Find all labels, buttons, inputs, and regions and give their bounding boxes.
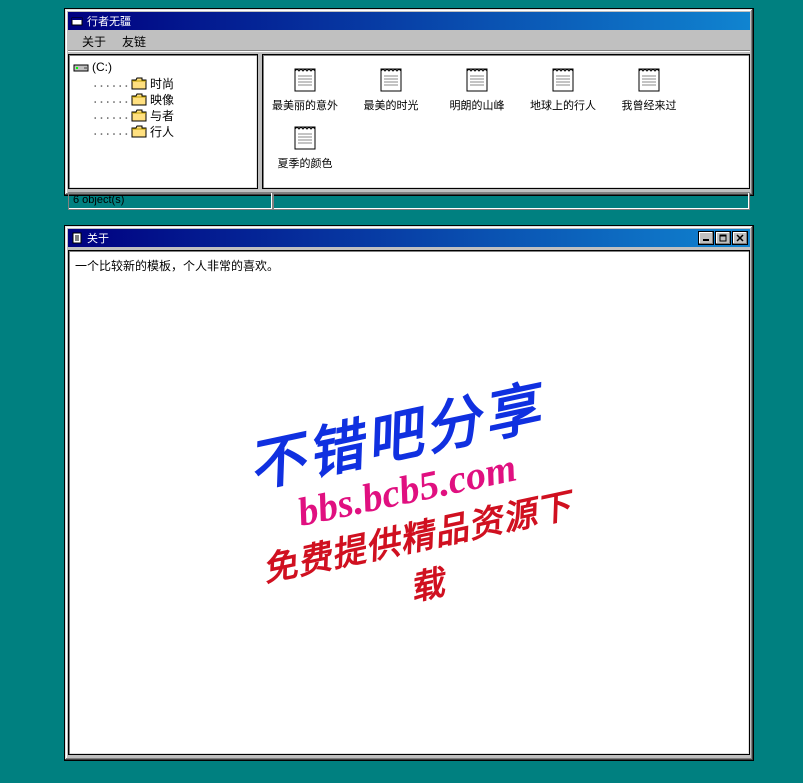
file-label: 最美丽的意外 xyxy=(272,97,338,113)
tree-connector: ...... xyxy=(73,92,129,106)
menubar: 关于 友链 xyxy=(68,33,750,51)
titlebar[interactable]: 关于 xyxy=(68,229,750,247)
watermark-line1: 不错吧分享 xyxy=(220,358,569,508)
folder-icon xyxy=(131,93,147,106)
about-window: 关于 一个比较新的模板，个人非常的喜欢。 不错吧分享 bbs.bcb5.com … xyxy=(64,225,754,761)
file-label: 我曾经来过 xyxy=(622,97,677,113)
titlebar-buttons xyxy=(697,231,748,245)
tree-folder-label: 时尚 xyxy=(150,75,174,92)
split-container: (C:) ...... 时尚 ...... 映像 ...... 与者 ...... 行人… xyxy=(68,54,750,189)
status-text: 6 object(s) xyxy=(68,192,273,210)
folder-icon xyxy=(131,125,147,138)
folder-icon xyxy=(131,109,147,122)
tree-root-label: (C:) xyxy=(92,60,112,74)
about-text: 一个比较新的模板，个人非常的喜欢。 xyxy=(75,257,279,274)
tree-folder[interactable]: ...... 与者 xyxy=(73,107,253,123)
tree-connector: ...... xyxy=(73,108,129,122)
file-item[interactable]: 夏季的颜色 xyxy=(271,121,339,171)
watermark-line2: bbs.bcb5.com xyxy=(236,431,578,548)
tree-folder[interactable]: ...... 映像 xyxy=(73,91,253,107)
close-button[interactable] xyxy=(732,231,748,245)
text-file-icon xyxy=(461,63,493,95)
tree-folder[interactable]: ...... 时尚 xyxy=(73,75,253,91)
tree-folder-label: 与者 xyxy=(150,107,174,124)
file-item[interactable]: 最美丽的意外 xyxy=(271,63,339,113)
tree-root[interactable]: (C:) xyxy=(73,59,253,75)
file-item[interactable]: 我曾经来过 xyxy=(615,63,683,113)
tree-connector: ...... xyxy=(73,124,129,138)
menu-about[interactable]: 关于 xyxy=(74,32,114,51)
file-label: 地球上的行人 xyxy=(530,97,596,113)
folder-icon xyxy=(131,77,147,90)
tree-folder-label: 行人 xyxy=(150,123,174,140)
text-file-icon xyxy=(375,63,407,95)
titlebar[interactable]: 行者无疆 xyxy=(68,12,750,30)
window-title: 行者无疆 xyxy=(87,13,748,29)
text-file-icon xyxy=(633,63,665,95)
tree-connector: ...... xyxy=(73,76,129,90)
file-label: 明朗的山峰 xyxy=(450,97,505,113)
doc-icon xyxy=(70,231,84,245)
file-label: 夏季的颜色 xyxy=(278,155,333,171)
tree-pane[interactable]: (C:) ...... 时尚 ...... 映像 ...... 与者 ...... 行人 xyxy=(68,54,258,189)
watermark: 不错吧分享 bbs.bcb5.com 免费提供精品资源下载 xyxy=(220,358,598,642)
drive-icon xyxy=(73,61,89,74)
explorer-window: 行者无疆 关于 友链 (C:) ...... 时尚 ...... 映像 ......… xyxy=(64,8,754,196)
menu-links[interactable]: 友链 xyxy=(114,32,154,51)
maximize-button[interactable] xyxy=(715,231,731,245)
list-pane[interactable]: 最美丽的意外 最美的时光 明朗的山峰 地球上的行人 我曾经来过夏季的颜色 xyxy=(262,54,750,189)
app-icon xyxy=(70,14,84,28)
tree-folder[interactable]: ...... 行人 xyxy=(73,123,253,139)
file-item[interactable]: 地球上的行人 xyxy=(529,63,597,113)
text-file-icon xyxy=(289,121,321,153)
file-item[interactable]: 明朗的山峰 xyxy=(443,63,511,113)
file-item[interactable]: 最美的时光 xyxy=(357,63,425,113)
minimize-button[interactable] xyxy=(698,231,714,245)
text-file-icon xyxy=(547,63,579,95)
status-empty xyxy=(273,192,750,210)
tree-folder-label: 映像 xyxy=(150,91,174,108)
text-file-icon xyxy=(289,63,321,95)
watermark-line3: 免费提供精品资源下载 xyxy=(245,475,598,642)
file-label: 最美的时光 xyxy=(364,97,419,113)
window-title: 关于 xyxy=(87,230,697,246)
statusbar: 6 object(s) xyxy=(68,192,750,210)
about-body: 一个比较新的模板，个人非常的喜欢。 不错吧分享 bbs.bcb5.com 免费提… xyxy=(68,250,750,755)
file-grid: 最美丽的意外 最美的时光 明朗的山峰 地球上的行人 我曾经来过夏季的颜色 xyxy=(271,63,741,171)
